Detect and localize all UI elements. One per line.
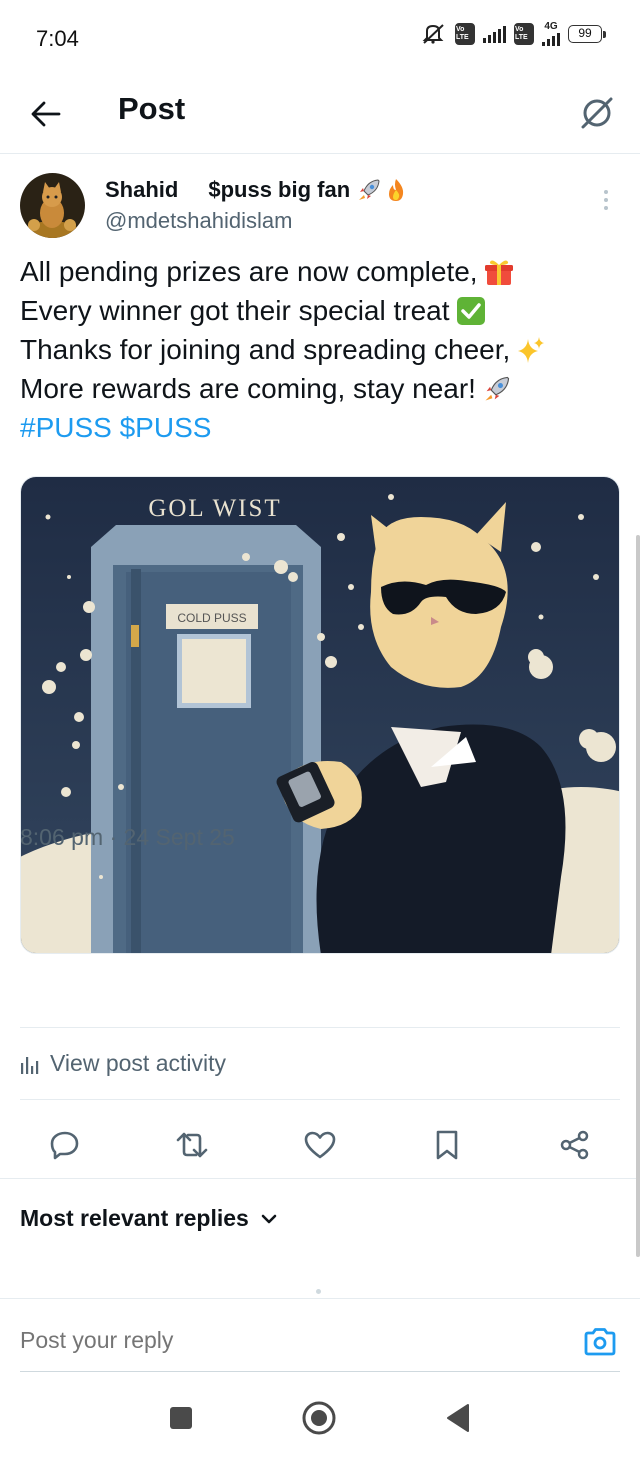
like-button[interactable] [298, 1123, 342, 1167]
share-button[interactable] [553, 1123, 597, 1167]
reply-button[interactable] [43, 1123, 87, 1167]
share-icon [560, 1130, 589, 1160]
heart-icon [304, 1131, 336, 1159]
fire-icon [389, 179, 404, 201]
repost-button[interactable] [170, 1123, 214, 1167]
top-bar: Post [0, 78, 640, 154]
bookmark-button[interactable] [425, 1123, 469, 1167]
back-nav-button[interactable] [440, 1400, 476, 1436]
gift-icon [484, 260, 513, 285]
chevron-down-icon [261, 1214, 277, 1223]
rocket-icon [485, 376, 510, 401]
analytics-icon [21, 1056, 39, 1074]
activity-label: View post activity [50, 1050, 226, 1076]
signal-icon [483, 25, 506, 43]
network-type: 4G [544, 21, 558, 32]
camera-icon [584, 1328, 616, 1356]
post-line: Thanks for joining and spreading cheer, [20, 330, 620, 369]
reply-icon [50, 1131, 79, 1160]
replies-section: Most relevant replies [0, 1178, 640, 1298]
recents-button[interactable] [163, 1400, 199, 1436]
divider [20, 1099, 620, 1100]
post-image[interactable]: COLD PUSS GOL WIST [20, 476, 620, 954]
scrollbar[interactable] [636, 535, 640, 1257]
hashtags[interactable]: #PUSS $PUSS [20, 408, 620, 447]
mute-icon [422, 24, 444, 44]
author-name[interactable]: Shahid $puss big fan [105, 177, 408, 203]
home-button[interactable] [301, 1400, 337, 1436]
camera-button[interactable] [582, 1325, 618, 1359]
avatar[interactable] [20, 173, 85, 238]
volte-icon: Vo LTE [514, 23, 534, 45]
back-button[interactable] [24, 92, 68, 136]
arrow-left-icon [31, 101, 61, 127]
post-timestamp: 8:06 pm · 24 Sept 25 [20, 824, 235, 850]
banner-text: GOL WIST [148, 495, 281, 522]
post-line: Every winner got their special treat [20, 291, 620, 330]
home-circle-icon [302, 1401, 336, 1435]
system-nav-bar [0, 1372, 640, 1458]
battery-level: 99 [568, 25, 602, 43]
divider [20, 1027, 620, 1028]
drag-handle [316, 1289, 321, 1294]
page-title: Post [118, 91, 186, 126]
grok-button[interactable] [572, 88, 622, 138]
post-line: All pending prizes are now complete, [20, 252, 620, 291]
view-post-activity-link[interactable]: View post activity [20, 1050, 226, 1077]
post-line: More rewards are coming, stay near! [20, 369, 620, 408]
status-time: 7:04 [36, 26, 79, 51]
volte-icon: Vo LTE [455, 23, 475, 45]
triangle-back-icon [447, 1404, 469, 1432]
post-text: All pending prizes are now complete, Eve… [20, 252, 620, 447]
repost-icon [176, 1132, 208, 1158]
sparkles-icon [518, 336, 545, 363]
status-bar: 7:04 Vo LTE Vo LTE 4G 99 [0, 0, 640, 78]
check-mark-icon [456, 296, 485, 325]
square-icon [170, 1407, 192, 1429]
action-bar [0, 1113, 640, 1183]
reply-input[interactable] [20, 1327, 500, 1354]
reply-composer [0, 1298, 640, 1372]
replies-sort-dropdown[interactable]: Most relevant replies [20, 1205, 277, 1232]
signal-icon [542, 32, 560, 46]
grok-icon [581, 97, 613, 129]
door-sign-text: COLD PUSS [177, 611, 246, 625]
status-icons: Vo LTE Vo LTE 4G 99 [421, 22, 606, 46]
author-handle[interactable]: @mdetshahidislam [105, 208, 292, 234]
rocket-icon [359, 179, 380, 200]
bookmark-icon [436, 1130, 458, 1160]
battery-icon: 99 [568, 25, 606, 43]
moon-icon [184, 181, 204, 198]
more-options-button[interactable] [594, 185, 618, 215]
